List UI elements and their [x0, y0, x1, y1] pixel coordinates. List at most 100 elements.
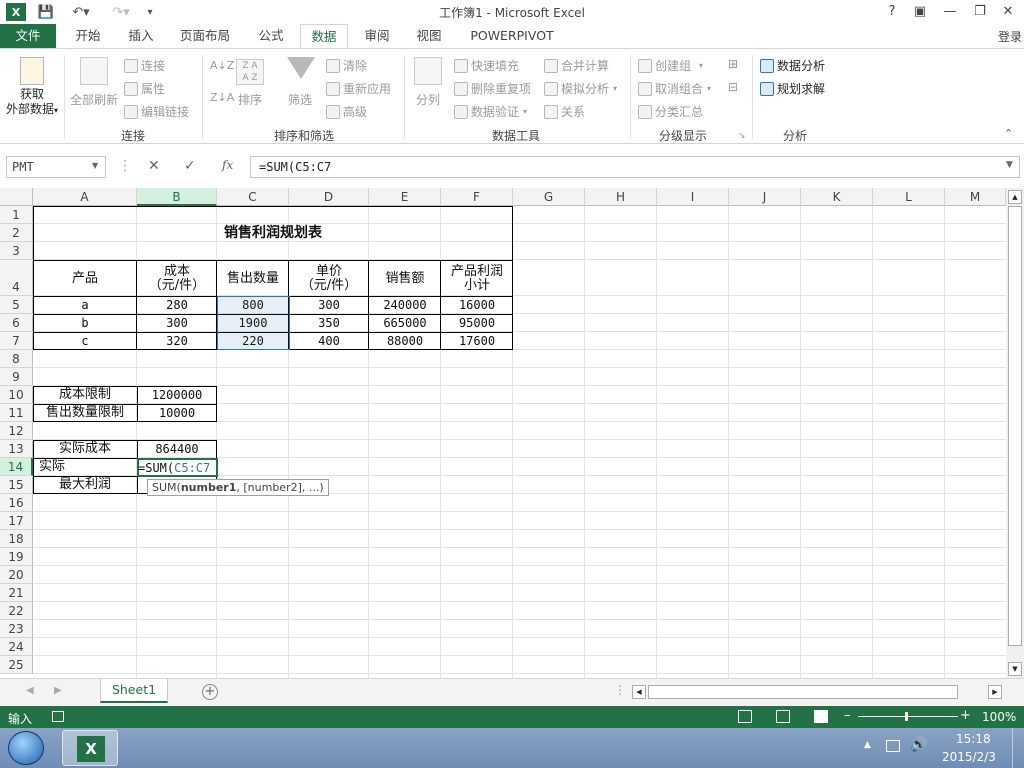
- close-icon[interactable]: ✕: [996, 2, 1020, 22]
- dialog-launcher-icon[interactable]: ↘: [738, 131, 746, 141]
- sort-dialog-icon[interactable]: Z AA Z: [236, 59, 264, 85]
- next-sheet-icon[interactable]: ▶: [54, 685, 62, 696]
- row-header-10[interactable]: 10: [0, 386, 33, 404]
- remove-duplicates-button[interactable]: 删除重复项: [454, 80, 531, 97]
- data-validation-button[interactable]: 数据验证 ▾: [454, 103, 527, 120]
- text-to-columns-button[interactable]: 分列: [416, 91, 440, 108]
- column-header-k[interactable]: K: [801, 188, 873, 206]
- row-header-13[interactable]: 13: [0, 440, 33, 458]
- row-header-17[interactable]: 17: [0, 512, 33, 530]
- page-layout-view-icon[interactable]: [776, 710, 790, 723]
- column-header-h[interactable]: H: [585, 188, 657, 206]
- formula-input[interactable]: =SUM(C5:C7: [250, 156, 1020, 178]
- horizontal-scroll-thumb[interactable]: [648, 685, 958, 699]
- insert-function-button[interactable]: fx: [222, 158, 233, 172]
- tab-review[interactable]: 审阅: [354, 24, 400, 48]
- sort-button[interactable]: 排序: [238, 91, 262, 108]
- row-header-24[interactable]: 24: [0, 638, 33, 656]
- hscroll-left-icon[interactable]: ◀: [632, 685, 646, 699]
- consolidate-button[interactable]: 合并计算: [544, 57, 609, 74]
- tab-data[interactable]: 数据: [300, 24, 348, 49]
- zoom-out-icon[interactable]: –: [844, 708, 851, 723]
- show-detail-icon[interactable]: ⊞: [728, 57, 738, 71]
- chevron-down-icon[interactable]: ▼: [92, 161, 98, 170]
- refresh-all-button[interactable]: 全部刷新: [70, 91, 118, 108]
- row-header-8[interactable]: 8: [0, 350, 33, 368]
- row-header-2[interactable]: 2: [0, 224, 33, 242]
- advanced-button[interactable]: 高级: [326, 103, 367, 120]
- row-header-1[interactable]: 1: [0, 206, 33, 224]
- column-header-d[interactable]: D: [289, 188, 369, 206]
- zoom-level[interactable]: 100%: [982, 710, 1016, 724]
- get-external-data-icon[interactable]: [20, 57, 44, 85]
- column-header-f[interactable]: F: [441, 188, 513, 206]
- select-all-corner[interactable]: [0, 188, 33, 206]
- function-tooltip[interactable]: SUM(number1, [number2], ...): [147, 479, 329, 496]
- row-header-25[interactable]: 25: [0, 656, 33, 674]
- zoom-in-icon[interactable]: +: [960, 708, 971, 723]
- filter-icon[interactable]: [287, 57, 315, 79]
- splitter-icon[interactable]: ⋮: [614, 683, 626, 697]
- scroll-thumb[interactable]: [1008, 206, 1022, 646]
- edit-links-button[interactable]: 编辑链接: [124, 103, 189, 120]
- add-sheet-icon[interactable]: +: [202, 684, 218, 700]
- sort-az-icon[interactable]: A↓Z: [210, 59, 234, 72]
- group-button[interactable]: 创建组 ▾: [638, 57, 703, 74]
- cancel-icon[interactable]: ✕: [148, 158, 160, 174]
- column-header-j[interactable]: J: [729, 188, 801, 206]
- row-header-11[interactable]: 11: [0, 404, 33, 422]
- macro-record-icon[interactable]: [52, 711, 64, 722]
- connections-button[interactable]: 连接: [124, 57, 165, 74]
- row-header-20[interactable]: 20: [0, 566, 33, 584]
- column-header-l[interactable]: L: [873, 188, 945, 206]
- minimize-icon[interactable]: —: [938, 2, 962, 22]
- row-header-7[interactable]: 7: [0, 332, 33, 350]
- column-header-b[interactable]: B: [137, 188, 217, 206]
- text-to-columns-icon[interactable]: [414, 57, 442, 85]
- subtotal-button[interactable]: 分类汇总: [638, 103, 703, 120]
- get-external-data-button[interactable]: 获取 外部数据▾: [2, 87, 62, 118]
- flash-fill-button[interactable]: 快速填充: [454, 57, 519, 74]
- worksheet-grid[interactable]: ABCDEFGHIJKLM 1 2 3 4 5 6 7 8 9 10 11 12 13 14 15 16 17 1…: [0, 188, 1024, 678]
- ribbon-display-icon[interactable]: ▣: [908, 2, 932, 22]
- hide-detail-icon[interactable]: ⊟: [728, 80, 738, 94]
- zoom-slider-thumb[interactable]: [905, 712, 908, 721]
- solver-button[interactable]: 规划求解: [760, 80, 825, 97]
- row-header-9[interactable]: 9: [0, 368, 33, 386]
- what-if-button[interactable]: 模拟分析 ▾: [544, 80, 617, 97]
- volume-icon[interactable]: 🔊: [910, 737, 927, 753]
- tab-page-layout[interactable]: 页面布局: [172, 24, 238, 48]
- refresh-all-icon[interactable]: [80, 57, 108, 85]
- vertical-scrollbar[interactable]: ▲ ▼: [1006, 188, 1024, 678]
- network-icon[interactable]: [886, 740, 900, 752]
- show-desktop-button[interactable]: [1012, 728, 1024, 768]
- row-header-23[interactable]: 23: [0, 620, 33, 638]
- scroll-down-icon[interactable]: ▼: [1008, 662, 1022, 676]
- clear-button[interactable]: 清除: [326, 57, 367, 74]
- clock-date[interactable]: 2015/2/3: [942, 750, 996, 764]
- column-header-i[interactable]: I: [657, 188, 729, 206]
- row-header-5[interactable]: 5: [0, 296, 33, 314]
- tab-view[interactable]: 视图: [406, 24, 452, 48]
- row-header-14[interactable]: 14: [0, 458, 33, 476]
- expand-formula-icon[interactable]: ▼: [1006, 160, 1013, 170]
- page-break-view-icon[interactable]: [814, 710, 828, 723]
- restore-icon[interactable]: ❐: [968, 2, 992, 22]
- tab-home[interactable]: 开始: [64, 24, 112, 48]
- column-header-c[interactable]: C: [217, 188, 289, 206]
- normal-view-icon[interactable]: [738, 710, 752, 723]
- start-button-icon[interactable]: [8, 731, 44, 765]
- column-header-g[interactable]: G: [513, 188, 585, 206]
- row-header-19[interactable]: 19: [0, 548, 33, 566]
- row-header-3[interactable]: 3: [0, 242, 33, 260]
- sheet-tab-sheet1[interactable]: Sheet1: [100, 679, 168, 703]
- help-button[interactable]: ?: [880, 2, 904, 22]
- sort-za-icon[interactable]: Z↓A: [210, 91, 234, 104]
- row-header-15[interactable]: 15: [0, 476, 33, 494]
- prev-sheet-icon[interactable]: ◀: [26, 685, 34, 696]
- filter-button[interactable]: 筛选: [288, 91, 312, 108]
- column-header-m[interactable]: M: [945, 188, 1006, 206]
- clock-time[interactable]: 15:18: [956, 732, 991, 746]
- reapply-button[interactable]: 重新应用: [326, 80, 391, 97]
- row-header-6[interactable]: 6: [0, 314, 33, 332]
